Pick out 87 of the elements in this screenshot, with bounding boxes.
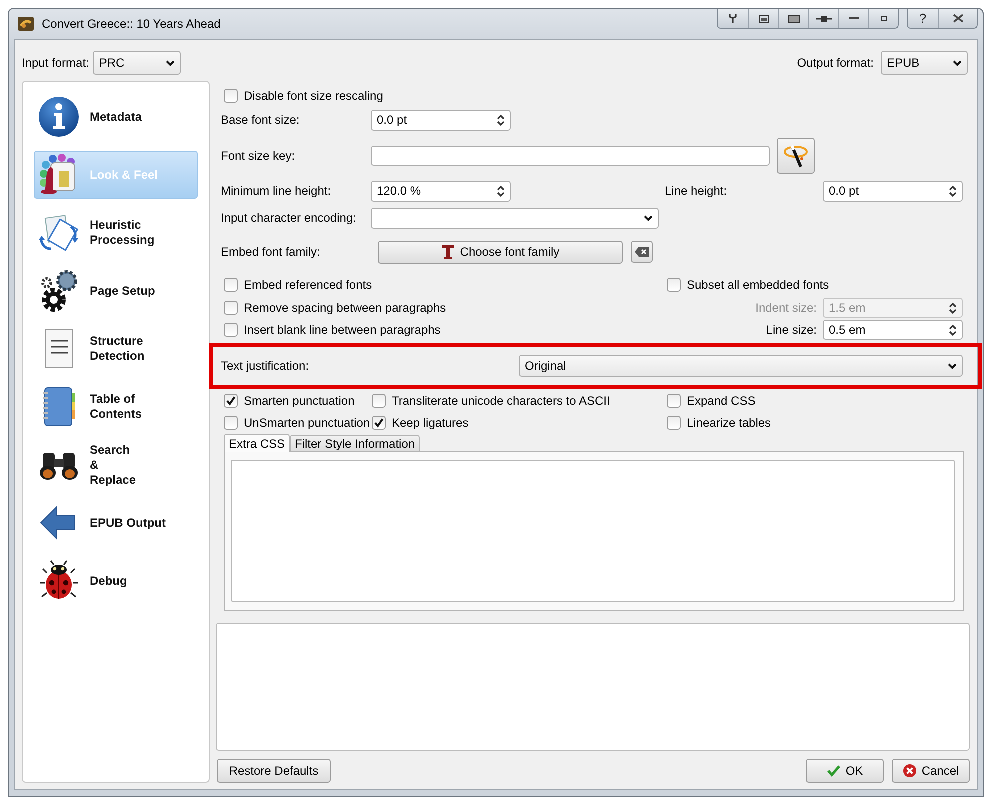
cancel-icon bbox=[902, 764, 917, 778]
spin-box[interactable]: 0.5 em bbox=[823, 320, 963, 340]
spin-arrows-icon[interactable] bbox=[949, 184, 957, 198]
checkbox-label: UnSmarten punctuation bbox=[244, 416, 370, 430]
dropdown[interactable]: Original bbox=[519, 355, 963, 377]
dropdown[interactable]: EPUB bbox=[881, 51, 968, 75]
checkbox[interactable] bbox=[224, 416, 238, 430]
field-label: Input character encoding: bbox=[221, 211, 358, 225]
spin-box[interactable]: 120.0 % bbox=[371, 180, 511, 202]
chevron-down-icon[interactable] bbox=[644, 214, 653, 222]
field-label: Font size key: bbox=[221, 149, 296, 163]
chevron-down-icon[interactable] bbox=[166, 60, 176, 66]
spin-arrows-icon[interactable] bbox=[497, 184, 505, 198]
field-label: Base font size: bbox=[221, 113, 301, 127]
checkbox[interactable] bbox=[667, 394, 681, 408]
sidebar-item[interactable]: Heuristic Processing bbox=[34, 209, 198, 257]
sidebar-item[interactable]: Debug bbox=[34, 557, 198, 605]
choose-font-button[interactable]: Choose font family bbox=[378, 240, 623, 264]
field-label: Output format: bbox=[797, 56, 874, 70]
text-field[interactable] bbox=[371, 146, 770, 166]
minimize-icon bbox=[848, 17, 858, 20]
tab[interactable]: Extra CSS bbox=[224, 434, 290, 452]
backspace-icon bbox=[635, 247, 649, 257]
title-bar-button[interactable] bbox=[838, 9, 868, 28]
sidebar-item[interactable]: Page Setup bbox=[34, 267, 198, 315]
sidebar-item[interactable]: Table of Contents bbox=[34, 383, 198, 431]
restore-defaults-button[interactable]: Restore Defaults bbox=[217, 759, 331, 783]
field-label: Line height: bbox=[665, 184, 728, 198]
sidebar-item[interactable]: Search & Replace bbox=[34, 441, 198, 489]
wand-button[interactable] bbox=[777, 138, 815, 174]
restore-icon bbox=[880, 16, 886, 21]
wrench-icon bbox=[728, 13, 738, 24]
checkbox[interactable] bbox=[372, 416, 386, 430]
ok-button[interactable]: OK bbox=[806, 759, 884, 783]
title-bar-button[interactable] bbox=[808, 9, 838, 28]
field-label: Indent size: bbox=[756, 301, 817, 315]
checkbox[interactable] bbox=[372, 394, 386, 408]
font-icon bbox=[441, 244, 456, 260]
checkbox-label: Expand CSS bbox=[687, 394, 756, 408]
close-icon bbox=[952, 14, 964, 23]
checkbox[interactable] bbox=[667, 278, 681, 292]
checkbox-label: Remove spacing between paragraphs bbox=[244, 301, 446, 315]
checkbox-label: Linearize tables bbox=[687, 416, 772, 430]
checkbox[interactable] bbox=[224, 323, 238, 337]
sidebar-item[interactable]: Structure Detection bbox=[34, 325, 198, 373]
title-bar-button[interactable] bbox=[748, 9, 778, 28]
spin-arrows-icon[interactable] bbox=[949, 324, 957, 336]
checkbox-label: Insert blank line between paragraphs bbox=[244, 323, 441, 337]
checkbox-label: Smarten punctuation bbox=[244, 394, 355, 408]
chevron-down-icon[interactable] bbox=[948, 362, 957, 370]
info-icon bbox=[37, 95, 81, 139]
title-bar-button[interactable] bbox=[778, 9, 808, 28]
window-icon bbox=[758, 14, 768, 22]
field-label: Text justification: bbox=[221, 359, 310, 373]
close-button[interactable] bbox=[938, 9, 977, 28]
clear-button[interactable] bbox=[631, 241, 653, 263]
chevron-down-icon[interactable] bbox=[953, 60, 962, 66]
field-label: Line size: bbox=[766, 323, 817, 337]
field-label: Input format: bbox=[22, 56, 90, 70]
checkbox-label: Disable font size rescaling bbox=[244, 89, 384, 103]
checkbox[interactable] bbox=[224, 278, 238, 292]
sidebar-item[interactable]: Metadata bbox=[34, 93, 198, 141]
sidebar-item[interactable]: EPUB Output bbox=[34, 499, 198, 547]
checkbox[interactable] bbox=[667, 416, 681, 430]
app-icon bbox=[18, 17, 34, 31]
title-bar-button[interactable] bbox=[868, 9, 898, 28]
checkbox-label: Embed referenced fonts bbox=[244, 278, 372, 292]
spin-arrows-icon[interactable] bbox=[497, 114, 505, 126]
help-button[interactable]: ? bbox=[908, 9, 938, 28]
field-label: Embed font family: bbox=[221, 245, 322, 259]
grid-icon bbox=[788, 14, 800, 22]
plug-icon bbox=[816, 14, 832, 22]
checkbox[interactable] bbox=[224, 394, 238, 408]
window-title: Convert Greece:: 10 Years Ahead bbox=[42, 17, 221, 31]
cancel-button[interactable]: Cancel bbox=[892, 759, 970, 783]
check-icon bbox=[826, 765, 841, 777]
dropdown[interactable]: PRC bbox=[93, 51, 182, 75]
checkbox[interactable] bbox=[224, 89, 238, 103]
spin-box[interactable]: 0.0 pt bbox=[823, 180, 963, 202]
checkbox-label: Keep ligatures bbox=[392, 416, 469, 430]
checkbox[interactable] bbox=[224, 301, 238, 315]
title-bar-button[interactable] bbox=[718, 9, 748, 28]
spin-box[interactable]: 0.0 pt bbox=[371, 110, 511, 130]
checkbox-label: Transliterate unicode characters to ASCII bbox=[392, 394, 610, 408]
checkbox-label: Subset all embedded fonts bbox=[687, 278, 830, 292]
tab[interactable]: Filter Style Information bbox=[290, 435, 420, 451]
field-label: Minimum line height: bbox=[221, 184, 332, 198]
